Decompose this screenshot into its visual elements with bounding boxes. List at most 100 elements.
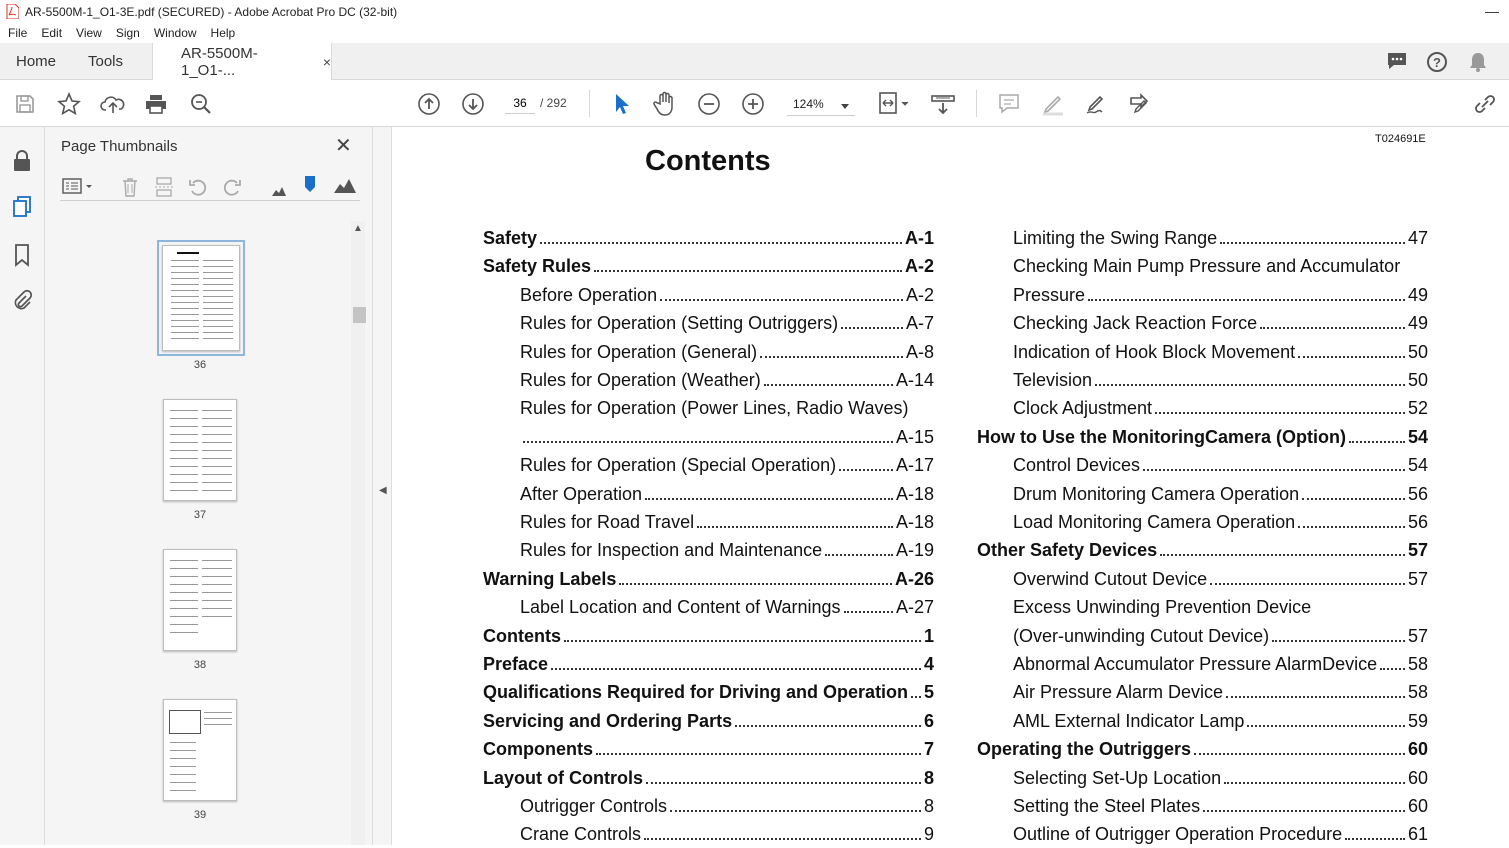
bookmarks-icon[interactable] [11,243,33,272]
toc-entry[interactable]: Rules for Operation (General) A-8 [520,342,934,366]
page-number-input[interactable] [505,92,535,114]
toc-entry[interactable]: Rules for Inspection and Maintenance A-19 [520,540,934,564]
toc-entry[interactable]: Other Safety Devices 57 [977,540,1428,564]
toc-entry[interactable]: Limiting the Swing Range 47 [1013,228,1428,252]
toc-entry[interactable]: Layout of Controls 8 [483,768,934,792]
page-thumbnail-36[interactable] [157,240,245,356]
toc-entry[interactable]: Crane Controls 9 [520,824,934,848]
toc-entry[interactable]: Rules for Operation (Special Operation) A… [520,455,934,479]
comment-bubble-icon[interactable] [1386,51,1408,76]
toc-entry[interactable]: Excess Unwinding Prevention Device [1013,597,1428,621]
attachments-paperclip-icon[interactable] [11,289,33,318]
document-view[interactable]: T024691E Contents Safety A-1 Safety Rules A… [392,127,1509,845]
toc-entry[interactable]: Contents 1 [483,626,934,650]
toc-entry[interactable]: Checking Jack Reaction Force 49 [1013,313,1428,337]
toc-entry[interactable]: Rules for Road Travel A-18 [520,512,934,536]
help-icon[interactable]: ? [1426,51,1448,78]
menu-help[interactable]: Help [211,26,236,40]
zoom-select[interactable]: 124% [787,92,855,116]
toc-entry[interactable]: How to Use the MonitoringCamera (Option)… [977,427,1428,451]
highlight-pen-icon[interactable] [1040,91,1066,117]
menu-sign[interactable]: Sign [116,26,140,40]
toc-entry[interactable]: Before Operation A-2 [520,285,934,309]
add-comment-icon[interactable] [996,91,1022,117]
scroll-up-arrow-icon[interactable]: ▲ [353,223,363,234]
toc-entry[interactable]: Drum Monitoring Camera Operation 56 [1013,484,1428,508]
toc-entry[interactable]: Safety Rules A-2 [483,256,934,280]
toc-entry[interactable]: Control Devices 54 [1013,455,1428,479]
toc-entry[interactable]: Servicing and Ordering Parts 6 [483,711,934,735]
save-icon[interactable] [12,91,38,117]
toc-entry[interactable]: Components 7 [483,739,934,763]
toc-entry[interactable]: Indication of Hook Block Movement 50 [1013,342,1428,366]
toc-entry[interactable]: (Over-unwinding Cutout Device) 57 [1013,626,1428,650]
toc-entry[interactable]: Load Monitoring Camera Operation 56 [1013,512,1428,536]
menu-file[interactable]: File [8,26,27,40]
thumbnail-larger-icon[interactable] [334,179,356,198]
hand-tool-icon[interactable] [652,91,678,117]
page-fit-icon[interactable] [876,91,912,117]
zoom-in-icon[interactable] [740,91,766,117]
toc-entry[interactable]: Checking Main Pump Pressure and Accumula… [1013,256,1428,280]
toc-entry[interactable]: Pressure 49 [1013,285,1428,309]
scrollbar-thumb[interactable] [353,307,366,323]
zoom-search-icon[interactable] [188,91,214,117]
rotate-clockwise-icon[interactable] [222,177,242,202]
thumbnail-size-slider-icon[interactable] [304,175,316,198]
tab-close-button[interactable]: × [323,54,331,70]
menu-view[interactable]: View [76,26,102,40]
bookmark-star-icon[interactable] [56,91,82,117]
toc-entry[interactable]: Operating the Outriggers 60 [977,739,1428,763]
select-cursor-icon[interactable] [608,91,634,117]
delete-trash-icon[interactable] [120,177,140,202]
send-for-signature-icon[interactable] [1127,91,1153,117]
thumbnail-smaller-icon[interactable] [272,183,286,201]
rotate-counterclockwise-icon[interactable] [188,177,208,202]
toc-entry[interactable]: Preface 4 [483,654,934,678]
share-link-icon[interactable] [1472,91,1498,117]
page-thumbnail-38[interactable] [163,549,237,651]
toc-entry[interactable]: Qualifications Required for Driving and … [483,682,934,706]
menu-window[interactable]: Window [154,26,197,40]
page-thumbnail-39[interactable] [163,699,237,801]
previous-page-icon[interactable] [416,91,442,117]
toc-entry[interactable]: Abnormal Accumulator Pressure AlarmDevic… [1013,654,1428,678]
toc-entry[interactable]: Outrigger Controls 8 [520,796,934,820]
toc-entry[interactable]: A-15 [520,427,934,451]
toc-entry[interactable]: AML External Indicator Lamp 59 [1013,711,1428,735]
minimize-button[interactable]: — [1485,3,1499,19]
toc-entry[interactable]: Outline of Outrigger Operation Procedure… [1013,824,1428,848]
lock-icon[interactable] [11,149,33,178]
toc-entry[interactable]: Rules for Operation (Power Lines, Radio … [520,398,934,422]
toc-entry[interactable]: After Operation A-18 [520,484,934,508]
sign-pen-icon[interactable] [1084,91,1110,117]
panel-splitter[interactable]: ◀ [372,127,392,845]
toc-entry[interactable]: Air Pressure Alarm Device 58 [1013,682,1428,706]
thumbnail-options-icon[interactable] [62,177,96,200]
toc-entry[interactable]: Selecting Set-Up Location 60 [1013,768,1428,792]
toc-entry[interactable]: Television 50 [1013,370,1428,394]
panel-close-button[interactable]: ✕ [335,133,352,158]
toc-entry[interactable]: Warning Labels A-26 [483,569,934,593]
print-icon[interactable] [143,91,169,117]
toc-entry[interactable]: Safety A-1 [483,228,934,252]
tab-home[interactable]: Home [16,43,56,80]
notification-bell-icon[interactable] [1468,51,1488,78]
insert-page-icon[interactable] [154,177,174,202]
scroll-mode-icon[interactable] [930,91,956,117]
toc-entry[interactable]: Overwind Cutout Device 57 [1013,569,1428,593]
upload-cloud-icon[interactable] [100,91,126,117]
tab-tools[interactable]: Tools [88,43,123,80]
menu-edit[interactable]: Edit [41,26,62,40]
page-thumbnails-icon[interactable] [11,195,33,224]
tab-document[interactable]: AR-5500M-1_O1-... × [152,43,332,81]
toc-entry[interactable]: Setting the Steel Plates 60 [1013,796,1428,820]
zoom-out-icon[interactable] [696,91,722,117]
toc-entry[interactable]: Rules for Operation (Weather) A-14 [520,370,934,394]
toc-entry[interactable]: Clock Adjustment 52 [1013,398,1428,422]
toc-entry[interactable]: Rules for Operation (Setting Outriggers)… [520,313,934,337]
page-thumbnail-37[interactable] [163,399,237,501]
next-page-icon[interactable] [460,91,486,117]
collapse-arrow-icon[interactable]: ◀ [379,485,387,496]
toc-entry[interactable]: Label Location and Content of Warnings A-… [520,597,934,621]
